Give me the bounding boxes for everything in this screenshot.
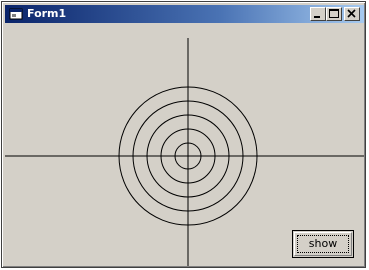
maximize-button[interactable]: [326, 7, 342, 21]
show-button-label: show: [308, 237, 338, 250]
minimize-button[interactable]: [310, 7, 326, 21]
window-title: Form1: [27, 7, 67, 20]
close-button[interactable]: [344, 7, 360, 21]
form-app-icon[interactable]: [9, 7, 23, 21]
close-icon: [347, 9, 356, 18]
minimize-icon: [314, 16, 320, 18]
form-client-area: show: [5, 25, 364, 266]
form-window: Form1 show: [1, 1, 366, 268]
maximize-icon: [329, 9, 339, 18]
title-bar[interactable]: Form1: [5, 5, 364, 23]
show-button[interactable]: show: [292, 230, 354, 258]
